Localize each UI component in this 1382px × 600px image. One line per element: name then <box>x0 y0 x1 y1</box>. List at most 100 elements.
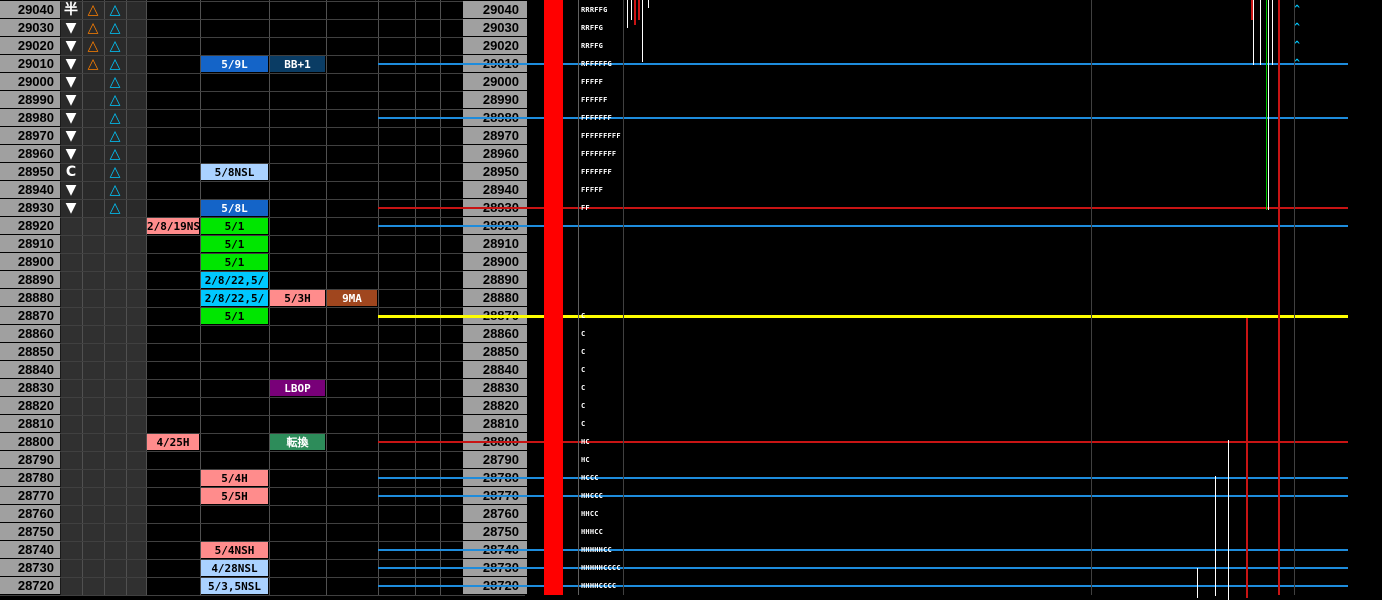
level-tag[interactable]: 2/8/22,5/ <box>201 272 268 288</box>
price-cell-right: 28820 <box>463 397 527 414</box>
marker-cell <box>105 272 126 289</box>
marker-cell <box>105 542 126 559</box>
marker-icon: ▼ <box>65 146 77 162</box>
tpo-letters: C <box>581 348 586 356</box>
level-tag[interactable]: 4/25H <box>147 434 199 450</box>
level-line <box>378 567 1348 569</box>
tpo-letters: HHCC <box>581 510 599 518</box>
marker-icon: ▼ <box>65 20 77 36</box>
price-cell: 29010 <box>0 55 60 72</box>
chart-candle-line <box>1246 318 1248 598</box>
level-tag[interactable]: 5/8NSL <box>201 164 268 180</box>
marker-icon: ▼ <box>65 128 77 144</box>
marker-icon: △ <box>109 56 121 72</box>
marker-cell <box>83 326 104 343</box>
marker-cell <box>83 92 104 109</box>
level-tag[interactable]: 9MA <box>327 290 377 306</box>
marker-icon: △ <box>109 110 121 126</box>
level-tag[interactable]: 5/1 <box>201 308 268 324</box>
marker-cell <box>61 344 82 361</box>
chart-candle-line <box>1253 0 1254 65</box>
level-tag[interactable]: 5/4NSH <box>201 542 268 558</box>
price-cell: 28910 <box>0 235 60 252</box>
marker-cell <box>61 308 82 325</box>
price-cell-right: 29000 <box>463 73 527 90</box>
marker-icon: △ <box>109 146 121 162</box>
level-tag[interactable]: BB+1 <box>270 56 325 72</box>
price-cell: 28740 <box>0 541 60 558</box>
marker-icon: △ <box>109 92 121 108</box>
price-cell-right: 28850 <box>463 343 527 360</box>
price-cell: 28780 <box>0 469 60 486</box>
level-tag[interactable]: 4/28NSL <box>201 560 268 576</box>
price-cell: 28830 <box>0 379 60 396</box>
marker-cell <box>127 488 146 505</box>
marker-cell <box>61 272 82 289</box>
marker-cell <box>61 470 82 487</box>
marker-cell <box>127 308 146 325</box>
marker-icon: △ <box>109 128 121 144</box>
tpo-letters: FFFFFFFF <box>581 150 617 158</box>
level-tag[interactable]: 5/8L <box>201 200 268 216</box>
marker-icon: △ <box>87 2 99 18</box>
marker-cell <box>105 218 126 235</box>
marker-icon: ▼ <box>65 200 77 216</box>
price-cell: 28990 <box>0 91 60 108</box>
level-tag[interactable]: 5/9L <box>201 56 268 72</box>
tpo-letters: HHHHHCC <box>581 546 612 554</box>
level-tag[interactable]: 5/1 <box>201 254 268 270</box>
marker-cell <box>127 56 146 73</box>
level-tag[interactable]: 5/3,5NSL <box>201 578 268 594</box>
price-cell: 28970 <box>0 127 60 144</box>
tpo-arrow-icon: ^ <box>1294 58 1301 69</box>
level-tag[interactable]: 2/8/22,5/ <box>201 290 268 306</box>
marker-cell <box>127 344 146 361</box>
tpo-letters: FFFFFFF <box>581 114 612 122</box>
price-cell: 28750 <box>0 523 60 540</box>
level-tag[interactable]: 転換 <box>270 434 325 450</box>
marker-cell <box>105 308 126 325</box>
tpo-letters: RFFFFFG <box>581 60 612 68</box>
level-tag[interactable]: 5/1 <box>201 236 268 252</box>
level-line <box>378 225 1348 227</box>
tpo-letters: RRRFFG <box>581 6 608 14</box>
chart-candle-line <box>627 0 628 28</box>
level-tag[interactable]: 5/3H <box>270 290 325 306</box>
level-tag[interactable]: 2/8/19NS <box>147 218 199 234</box>
marker-cell <box>127 290 146 307</box>
price-cell: 28920 <box>0 217 60 234</box>
marker-icon: △ <box>109 200 121 216</box>
chart-candle-line <box>1272 0 1273 65</box>
marker-icon: △ <box>109 182 121 198</box>
price-cell-right: 28830 <box>463 379 527 396</box>
marker-cell <box>83 110 104 127</box>
level-tag[interactable]: 5/5H <box>201 488 268 504</box>
grid-hline <box>0 379 525 380</box>
level-tag[interactable]: 5/4H <box>201 470 268 486</box>
marker-cell <box>105 578 126 595</box>
marker-cell <box>127 74 146 91</box>
marker-icon: ▼ <box>65 74 77 90</box>
tpo-arrow-icon: ^ <box>1294 40 1301 51</box>
tpo-letters: C <box>581 384 586 392</box>
price-cell: 28960 <box>0 145 60 162</box>
level-tag[interactable]: LBOP <box>270 380 325 396</box>
price-cell: 28760 <box>0 505 60 522</box>
marker-icon: △ <box>109 164 121 180</box>
price-cell: 28900 <box>0 253 60 270</box>
marker-cell <box>127 578 146 595</box>
marker-cell <box>105 506 126 523</box>
marker-cell <box>83 164 104 181</box>
marker-icon: ▼ <box>65 182 77 198</box>
level-tag[interactable]: 5/1 <box>201 218 268 234</box>
marker-cell <box>127 452 146 469</box>
marker-cell <box>61 506 82 523</box>
marker-cell <box>105 290 126 307</box>
tpo-letters: HHCCC <box>581 492 604 500</box>
marker-cell <box>83 542 104 559</box>
price-cell: 28810 <box>0 415 60 432</box>
marker-cell <box>127 110 146 127</box>
price-cell-right: 28790 <box>463 451 527 468</box>
marker-icon: △ <box>109 38 121 54</box>
marker-cell <box>127 542 146 559</box>
